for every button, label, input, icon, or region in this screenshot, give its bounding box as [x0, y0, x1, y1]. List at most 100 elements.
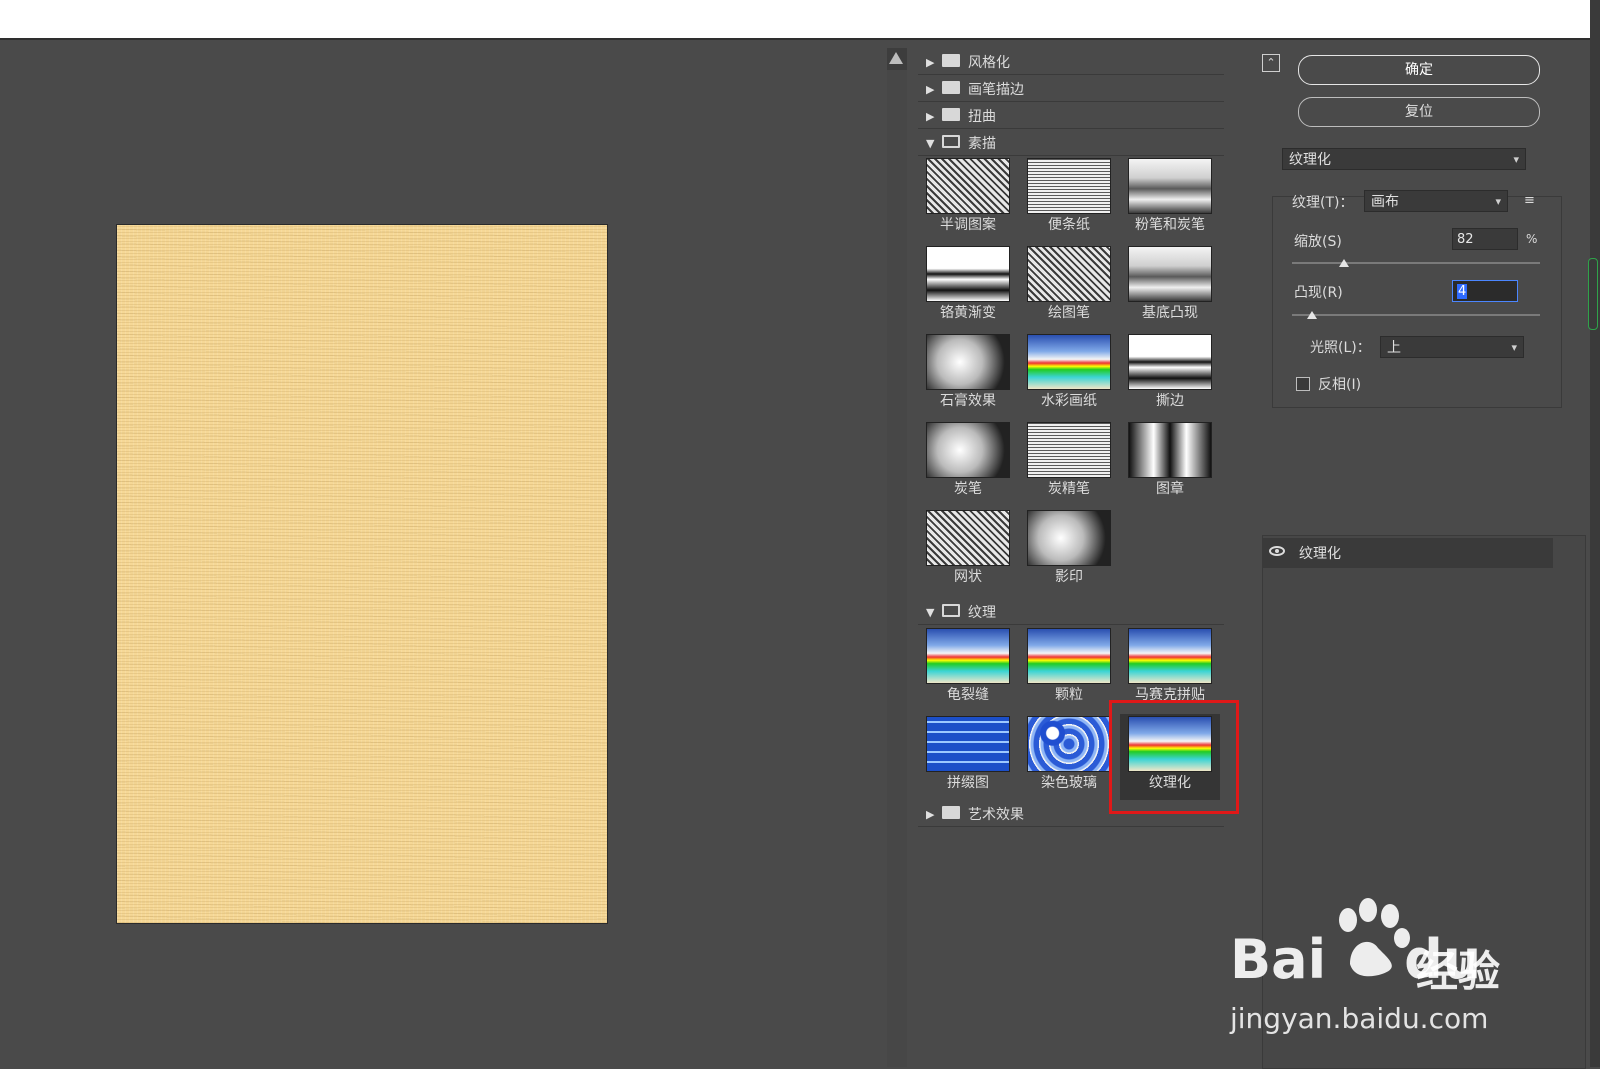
chevron-down-icon: ▾ — [1495, 195, 1501, 208]
texture-settings-group — [1272, 196, 1562, 408]
expand-arrow-icon[interactable]: ▶ — [926, 56, 934, 69]
scale-input[interactable]: 82 — [1452, 228, 1518, 250]
invert-checkbox[interactable] — [1296, 377, 1310, 391]
collapse-up-icon[interactable]: ⌃ — [1262, 54, 1280, 72]
category-texture[interactable]: ▼ 纹理 — [918, 598, 1224, 625]
scale-label: 缩放(S) — [1294, 234, 1342, 250]
folder-open-icon — [942, 604, 960, 617]
watermark-brand-part1: Bai — [1230, 928, 1327, 991]
filter-tile[interactable]: 颗粒 — [1019, 626, 1119, 712]
filter-thumbnail — [1128, 628, 1212, 684]
relief-slider-track[interactable] — [1292, 314, 1540, 316]
right-edge-bar — [1590, 0, 1600, 1067]
collapse-arrow-icon[interactable]: ▼ — [926, 606, 934, 619]
filter-select-value: 纹理化 — [1289, 152, 1331, 168]
relief-slider-knob[interactable] — [1306, 311, 1317, 319]
light-select-value: 上 — [1387, 340, 1401, 356]
relief-input[interactable]: 4 — [1452, 280, 1518, 302]
texture-select[interactable]: 画布 ▾ — [1364, 190, 1508, 212]
relief-input-value: 4 — [1457, 284, 1468, 299]
category-label: 风格化 — [968, 55, 1010, 71]
ok-button[interactable]: 确定 — [1298, 55, 1540, 85]
scroll-up-arrow-icon[interactable] — [889, 52, 903, 64]
filter-tile[interactable]: 炭精笔 — [1019, 420, 1119, 506]
category-sketch[interactable]: ▼ 素描 — [918, 129, 1224, 156]
filter-thumbnail — [926, 510, 1010, 566]
scroll-thumb[interactable] — [887, 70, 907, 1067]
filter-thumbnail — [1027, 334, 1111, 390]
filter-tile[interactable]: 染色玻璃 — [1019, 714, 1119, 800]
filter-tile[interactable]: 便条纸 — [1019, 156, 1119, 242]
top-bar — [0, 0, 1590, 40]
light-select[interactable]: 上 ▾ — [1380, 336, 1524, 358]
filter-tile[interactable]: 基底凸现 — [1120, 244, 1220, 330]
category-brush-strokes[interactable]: ▶ 画笔描边 — [918, 75, 1224, 102]
folder-open-icon — [942, 135, 960, 148]
filter-tile[interactable]: 石膏效果 — [918, 332, 1018, 418]
preview-canvas[interactable] — [116, 224, 608, 924]
filter-thumbnail — [1128, 158, 1212, 214]
category-distort[interactable]: ▶ 扭曲 — [918, 102, 1224, 129]
filter-tile[interactable]: 网状 — [918, 508, 1018, 594]
filter-label: 龟裂缝 — [947, 687, 989, 703]
filter-tile[interactable]: 炭笔 — [918, 420, 1018, 506]
gallery-scrollbar[interactable] — [887, 48, 907, 1067]
watermark-url: jingyan.baidu.com — [1230, 1002, 1489, 1035]
relief-label: 凸现(R) — [1294, 285, 1343, 301]
filter-label: 颗粒 — [1055, 687, 1083, 703]
scale-slider-track[interactable] — [1292, 262, 1540, 264]
filter-gallery: ▶ 风格化 ▶ 画笔描边 ▶ 扭曲 ▼ 素描 半调图案 便条纸 粉笔和炭笔 铬黄… — [918, 48, 1224, 1067]
expand-arrow-icon[interactable]: ▶ — [926, 808, 934, 821]
filter-thumbnail — [1027, 510, 1111, 566]
filter-label: 撕边 — [1156, 393, 1184, 409]
effect-layer-row[interactable]: 纹理化 — [1263, 538, 1553, 568]
filter-label: 炭精笔 — [1048, 481, 1090, 497]
eye-icon[interactable] — [1269, 546, 1285, 556]
filter-thumbnail — [926, 158, 1010, 214]
filter-tile[interactable]: 影印 — [1019, 508, 1119, 594]
category-stylize[interactable]: ▶ 风格化 — [918, 48, 1224, 75]
folder-icon — [942, 54, 960, 67]
filter-label: 炭笔 — [954, 481, 982, 497]
panel-menu-icon[interactable]: ≡ — [1524, 193, 1535, 208]
window-scroll-indicator[interactable] — [1588, 258, 1598, 330]
scale-slider-knob[interactable] — [1339, 259, 1350, 267]
expand-arrow-icon[interactable]: ▶ — [926, 83, 934, 96]
filter-thumbnail — [1027, 158, 1111, 214]
filter-thumbnail — [1027, 246, 1111, 302]
collapse-arrow-icon[interactable]: ▼ — [926, 137, 934, 150]
category-label: 扭曲 — [968, 109, 996, 125]
filter-label: 拼缀图 — [947, 775, 989, 791]
filter-label: 染色玻璃 — [1041, 775, 1097, 791]
filter-thumbnail — [1128, 246, 1212, 302]
filter-select[interactable]: 纹理化 ▾ — [1282, 148, 1526, 170]
filter-label: 绘图笔 — [1048, 305, 1090, 321]
filter-label: 半调图案 — [940, 217, 996, 233]
watermark-title: 经验 — [1416, 947, 1501, 996]
filter-tile[interactable]: 撕边 — [1120, 332, 1220, 418]
category-label: 艺术效果 — [968, 807, 1024, 823]
invert-label: 反相(I) — [1318, 377, 1362, 393]
filter-label: 网状 — [954, 569, 982, 585]
filter-tile[interactable]: 图章 — [1120, 420, 1220, 506]
baidu-watermark: Bai du 经验 jingyan.baidu.com — [1226, 898, 1556, 1038]
chevron-down-icon: ▾ — [1513, 153, 1519, 166]
filter-tile[interactable]: 拼缀图 — [918, 714, 1018, 800]
filter-label: 水彩画纸 — [1041, 393, 1097, 409]
filter-thumbnail — [926, 716, 1010, 772]
filter-label: 影印 — [1055, 569, 1083, 585]
scale-unit: % — [1526, 232, 1538, 246]
filter-tile[interactable]: 铬黄渐变 — [918, 244, 1018, 330]
filter-tile[interactable]: 绘图笔 — [1019, 244, 1119, 330]
filter-tile[interactable]: 水彩画纸 — [1019, 332, 1119, 418]
reset-button[interactable]: 复位 — [1298, 97, 1540, 127]
expand-arrow-icon[interactable]: ▶ — [926, 110, 934, 123]
filter-thumbnail — [926, 334, 1010, 390]
filter-tile[interactable]: 龟裂缝 — [918, 626, 1018, 712]
texture-select-value: 画布 — [1371, 194, 1399, 210]
filter-label: 图章 — [1156, 481, 1184, 497]
filter-tile[interactable]: 半调图案 — [918, 156, 1018, 242]
folder-icon — [942, 108, 960, 121]
filter-tile[interactable]: 粉笔和炭笔 — [1120, 156, 1220, 242]
selection-highlight — [1109, 700, 1239, 814]
